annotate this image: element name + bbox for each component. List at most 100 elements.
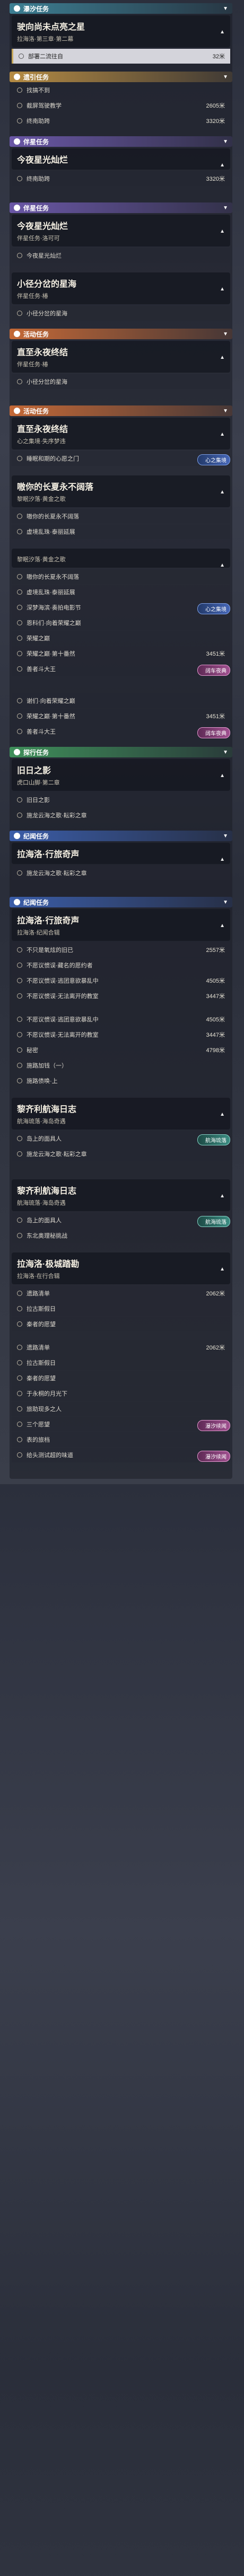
quest-step[interactable]: 表的旅档 <box>12 1432 230 1447</box>
quest-step[interactable]: 嗷你的长夏永不阔落 <box>12 509 230 524</box>
expand-icon[interactable]: ▲ <box>220 773 225 779</box>
expand-icon[interactable]: ▲ <box>220 162 225 168</box>
expand-icon[interactable]: ▲ <box>220 355 225 360</box>
quest-step[interactable]: 小径分岔的星海 <box>12 374 230 389</box>
collapse-icon[interactable]: ▼ <box>223 6 228 12</box>
section-header[interactable]: 纪闻任务 ▼ <box>10 831 232 841</box>
quest-card[interactable]: 拉海洛·行旅奇声 拉海洛·纪闻合辑 ▲ <box>12 909 230 941</box>
quest-step[interactable]: 嗷你的长夏永不阔落 <box>12 569 230 584</box>
quest-step[interactable]: 不只是氧炫的旧已 2557米 <box>12 942 230 957</box>
event-badge[interactable]: 阔车夜典 <box>197 665 230 676</box>
expand-icon[interactable]: ▲ <box>220 1111 225 1117</box>
quest-card[interactable]: 黎眠汐落·黄金之歌 ▲ <box>12 549 230 568</box>
expand-icon[interactable]: ▲ <box>220 562 225 568</box>
quest-step[interactable]: 旅助现多之人 <box>12 1401 230 1416</box>
collapse-icon[interactable]: ▼ <box>223 74 228 80</box>
quest-step[interactable]: 东北奥理秘挑战 <box>12 1228 230 1243</box>
event-badge[interactable]: 心之集境 <box>197 454 230 465</box>
section-header[interactable]: 活动任务 ▼ <box>10 405 232 416</box>
quest-step[interactable]: 深梦海滨·奏拍电影节 心之集境 <box>12 600 230 615</box>
quest-step[interactable]: 施龙云海之歌·耘彩之章 <box>12 808 230 823</box>
expand-icon[interactable]: ▲ <box>220 489 225 495</box>
event-badge[interactable]: 航海琉落 <box>197 1216 230 1227</box>
quest-step[interactable]: 岛上的面具人 航海琉落 <box>12 1131 230 1146</box>
event-badge[interactable]: 阔车夜典 <box>197 727 230 738</box>
expand-icon[interactable]: ▲ <box>220 286 225 292</box>
quest-step[interactable]: 找搞不到 <box>12 83 230 98</box>
event-badge[interactable]: 航海琉落 <box>197 1134 230 1145</box>
quest-step[interactable]: 小径分岔的星海 <box>12 306 230 321</box>
section-header[interactable]: 瀑汐任务 ▼ <box>10 3 232 14</box>
quest-card[interactable]: 今夜星光灿烂 伴星任务·洛可可 ▲ <box>12 215 230 246</box>
collapse-icon[interactable]: ▼ <box>223 749 228 755</box>
quest-step[interactable]: 善者斗大王 阔车夜典 <box>12 661 230 676</box>
section-header[interactable]: 遗引任务 ▼ <box>10 72 232 82</box>
quest-step[interactable]: 施龙云海之歌·耘彩之章 <box>12 866 230 880</box>
collapse-icon[interactable]: ▼ <box>223 139 228 145</box>
quest-card[interactable]: 嗷你的长夏永不阔落 黎眠汐落·黄金之歌 ▲ <box>12 475 230 507</box>
quest-step[interactable]: 荣耀之巅·第十番然 3451米 <box>12 646 230 661</box>
collapse-icon[interactable]: ▼ <box>223 205 228 211</box>
quest-step[interactable]: 遗路清单 2062米 <box>12 1286 230 1301</box>
quest-step[interactable]: 不愿议惯误·藏名的愿约者 <box>12 958 230 973</box>
quest-step[interactable]: 拉古斯假日 <box>12 1301 230 1316</box>
quest-step[interactable]: 旧日之影 <box>12 792 230 807</box>
section-header[interactable]: 活动任务 ▼ <box>10 329 232 339</box>
quest-step[interactable]: 善者斗大王 阔车夜典 <box>12 724 230 739</box>
expand-icon[interactable]: ▲ <box>220 1193 225 1199</box>
quest-card[interactable]: 黎齐利航海日志 航海琉落·海岛奇遇 ▲ <box>12 1179 230 1211</box>
quest-step[interactable]: 于永桐的月光下 <box>12 1386 230 1401</box>
quest-step[interactable]: 谢们·向着荣耀之巅 <box>12 693 230 708</box>
collapse-icon[interactable]: ▼ <box>223 408 228 414</box>
quest-card[interactable]: 拉海洛·行旅奇声 ▲ <box>12 843 230 864</box>
collapse-icon[interactable]: ▼ <box>223 833 228 839</box>
quest-step[interactable]: 岛上的面具人 航海琉落 <box>12 1213 230 1228</box>
event-badge[interactable]: 瀑汐续闻 <box>197 1451 230 1462</box>
quest-step[interactable]: 施路债唤·上 <box>12 1073 230 1088</box>
event-badge[interactable]: 瀑汐续闻 <box>197 1420 230 1431</box>
quest-step[interactable]: 三个愿望 瀑汐续闻 <box>12 1417 230 1432</box>
collapse-icon[interactable]: ▼ <box>223 899 228 905</box>
quest-step[interactable]: 睡眠和期的心愿之门 心之集境 <box>12 451 230 466</box>
expand-icon[interactable]: ▲ <box>220 1266 225 1272</box>
quest-step[interactable]: 恩科们·向着荣耀之巅 <box>12 615 230 630</box>
section-header[interactable]: 探行任务 ▼ <box>10 747 232 757</box>
quest-step[interactable]: 不愿议惯误·逃团意欲暴乱中 4505米 <box>12 973 230 988</box>
quest-step[interactable]: 今夜星光灿烂 <box>12 248 230 263</box>
quest-card[interactable]: 拉海洛·极城踏勘 拉海洛·在行合辑 ▲ <box>12 1252 230 1284</box>
collapse-icon[interactable]: ▼ <box>223 331 228 337</box>
quest-step[interactable]: 终南助跨 3320米 <box>12 171 230 186</box>
quest-step[interactable]: 部署二流往自 32米 <box>12 49 230 64</box>
quest-card[interactable]: 小径分岔的星海 伴星任务·椿 ▲ <box>12 272 230 304</box>
expand-icon[interactable]: ▲ <box>220 29 225 35</box>
quest-step[interactable]: 遗路清单 2062米 <box>12 1340 230 1355</box>
quest-step[interactable]: 终南助跨 3320米 <box>12 113 230 128</box>
quest-card[interactable]: 直至永夜终结 心之集境·失序梦违 ▲ <box>12 418 230 449</box>
quest-step[interactable]: 秘密 4798米 <box>12 1043 230 1057</box>
section-header[interactable]: 纪闻任务 ▼ <box>10 897 232 907</box>
quest-step[interactable]: 施路加钱（一） <box>12 1058 230 1073</box>
quest-step[interactable]: 不愿议惯误·无法离开的教室 3447米 <box>12 1027 230 1042</box>
section-header[interactable]: 伴星任务 ▼ <box>10 202 232 213</box>
section-header[interactable]: 伴星任务 ▼ <box>10 136 232 147</box>
quest-card[interactable]: 黎齐利航海日志 航海琉落·海岛奇遇 ▲ <box>12 1098 230 1130</box>
quest-step[interactable]: 施龙云海之歌·耘彩之章 <box>12 1146 230 1161</box>
quest-card[interactable]: 旧日之影 虎口山脚·第二章 ▲ <box>12 759 230 791</box>
quest-step[interactable]: 荣耀之巅·第十番然 3451米 <box>12 709 230 724</box>
quest-step[interactable]: 不愿议惯误·逃团意欲暴乱中 4505米 <box>12 1012 230 1027</box>
quest-card[interactable]: 直至永夜终结 伴星任务·椿 ▲ <box>12 341 230 373</box>
expand-icon[interactable]: ▲ <box>220 923 225 929</box>
quest-step[interactable]: 荣耀之巅 <box>12 631 230 646</box>
quest-step[interactable]: 秦者的愿望 <box>12 1371 230 1386</box>
quest-step[interactable]: 虚境乱珠·泰丽延展 <box>12 585 230 599</box>
quest-step[interactable]: 拉古斯假日 <box>12 1355 230 1370</box>
quest-step[interactable]: 不愿议惯误·无法离开的教室 3447米 <box>12 989 230 1003</box>
expand-icon[interactable]: ▲ <box>220 228 225 234</box>
quest-step[interactable]: 截屏驾驶教学 2605米 <box>12 98 230 113</box>
quest-card[interactable]: 今夜星光灿烂 ▲ <box>12 148 230 170</box>
quest-step[interactable]: 给头测试超的味道 瀑汐续闻 <box>12 1448 230 1462</box>
quest-step[interactable]: 虚境乱珠·泰丽延展 <box>12 524 230 539</box>
expand-icon[interactable]: ▲ <box>220 857 225 862</box>
quest-step[interactable]: 秦者的愿望 <box>12 1317 230 1331</box>
event-badge[interactable]: 心之集境 <box>197 603 230 614</box>
